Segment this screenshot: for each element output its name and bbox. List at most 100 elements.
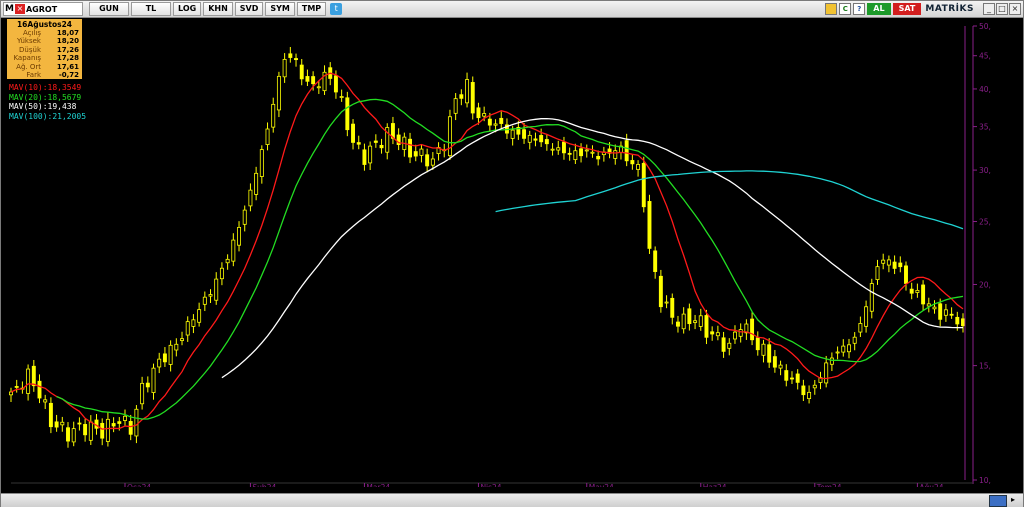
scroll-thumb-icon[interactable] (989, 495, 1007, 507)
symbol-selector[interactable]: M × AGROT (3, 2, 83, 16)
candle-body (784, 370, 789, 381)
log-button[interactable]: LOG (173, 2, 202, 16)
info-row: Fark -0,72 (7, 71, 82, 79)
legend-value: :21,2005 (47, 111, 87, 121)
info-date: 16Ağustos24 (16, 20, 73, 29)
candle-body (271, 103, 276, 128)
symbol-input[interactable]: AGROT (26, 5, 57, 14)
info-row: Kapanış 17,28 (7, 54, 82, 62)
candle-body (630, 160, 635, 165)
candle-body (812, 384, 817, 389)
candle-body (276, 75, 281, 111)
close-symbol-icon[interactable]: × (14, 4, 25, 14)
candle-body (790, 377, 794, 380)
candle-body (219, 267, 224, 280)
candle-body (37, 380, 42, 399)
y-tick-label: 35, (979, 123, 991, 132)
candle-body (408, 138, 413, 158)
candle-body (932, 306, 937, 310)
horizontal-scrollbar[interactable]: ▸ (1, 493, 1023, 507)
candle-body (134, 408, 139, 437)
candle-body (807, 391, 812, 399)
candle-body (624, 140, 629, 162)
candle-body (493, 123, 498, 126)
y-tick-label: 30, (979, 166, 991, 175)
candle-body (231, 239, 236, 262)
info-label: Fark (26, 70, 41, 79)
twitter-icon[interactable]: t (330, 3, 343, 15)
candle-body (282, 59, 287, 78)
candle-body (14, 386, 19, 388)
candle-body (202, 296, 207, 305)
candle-body (573, 150, 578, 161)
candle-body (123, 415, 127, 421)
c-icon[interactable]: C (839, 3, 852, 15)
candle-body (847, 344, 851, 353)
candle-body (66, 427, 70, 442)
info-label: Düşük (19, 45, 41, 54)
price-chart[interactable]: 50,45,40,35,30,25,20,15,10,Oca24 Şub24 Mar… (1, 18, 1023, 488)
candle-body (772, 356, 777, 368)
candle-body (590, 151, 595, 154)
svd-button[interactable]: SVD (234, 2, 264, 16)
candle-body (162, 353, 167, 363)
candle-body (459, 94, 464, 99)
candle-body (915, 289, 920, 293)
candle-body (208, 294, 213, 297)
legend-value: :18,3549 (42, 83, 82, 92)
candle-body (704, 315, 709, 338)
candle-body (100, 422, 105, 439)
minimize-icon[interactable]: _ (983, 3, 995, 15)
candle-body (955, 316, 960, 325)
candle-body (641, 162, 646, 208)
candle-body (693, 320, 698, 323)
candle-body (613, 150, 618, 159)
legend-name: MAV(50) (9, 102, 43, 111)
candle-body (522, 129, 527, 139)
candle-body (738, 329, 743, 337)
candle-body (544, 139, 549, 145)
currency-button[interactable]: TL (131, 2, 171, 16)
maximize-icon[interactable]: □ (996, 3, 1008, 15)
candle-body (88, 421, 93, 441)
legend-mav100: MAV(100):21,2005 (9, 112, 86, 122)
candle-body (368, 145, 373, 164)
period-button[interactable]: GUN (89, 2, 129, 16)
buy-button[interactable]: AL (867, 3, 891, 15)
candle-body (875, 266, 880, 280)
close-icon[interactable]: × (1009, 3, 1021, 15)
lock-icon[interactable] (825, 3, 838, 15)
candle-body (886, 259, 891, 266)
candle-body (636, 164, 641, 170)
candle-body (961, 318, 965, 327)
candle-body (824, 362, 829, 384)
candle-body (254, 172, 259, 195)
help-icon[interactable]: ? (853, 3, 866, 15)
candle-body (550, 148, 555, 151)
info-label: Açılış (23, 29, 41, 37)
candle-body (413, 151, 418, 157)
right-toolbar: C ? AL SAT MATRİKS _ □ × (825, 2, 1021, 16)
candle-body (333, 75, 338, 93)
candle-body (174, 343, 179, 351)
candle-body (510, 129, 515, 139)
legend-name: MAV(100) (9, 111, 48, 121)
ohlc-info-box: 16Ağustos24 Açılış 18,07 Yüksek 18,20 Düşü… (7, 19, 82, 79)
candle-body (145, 382, 150, 388)
candle-body (881, 259, 886, 264)
candle-body (465, 79, 470, 104)
tmp-button[interactable]: TMP (296, 2, 327, 16)
candle-body (892, 261, 897, 269)
candle-body (539, 135, 544, 143)
sym-button[interactable]: SYM (265, 2, 295, 16)
y-tick-label: 50, (979, 22, 991, 31)
info-row: Ağ. Ort 17,61 (7, 63, 82, 71)
y-tick-label: 25, (979, 218, 991, 227)
candle-body (698, 315, 703, 327)
khn-button[interactable]: KHN (203, 2, 233, 16)
sell-button[interactable]: SAT (892, 3, 922, 15)
candle-body (579, 148, 584, 157)
scroll-right-icon[interactable]: ▸ (1008, 495, 1018, 505)
info-label: Kapanış (13, 54, 41, 63)
candle-body (43, 399, 48, 403)
